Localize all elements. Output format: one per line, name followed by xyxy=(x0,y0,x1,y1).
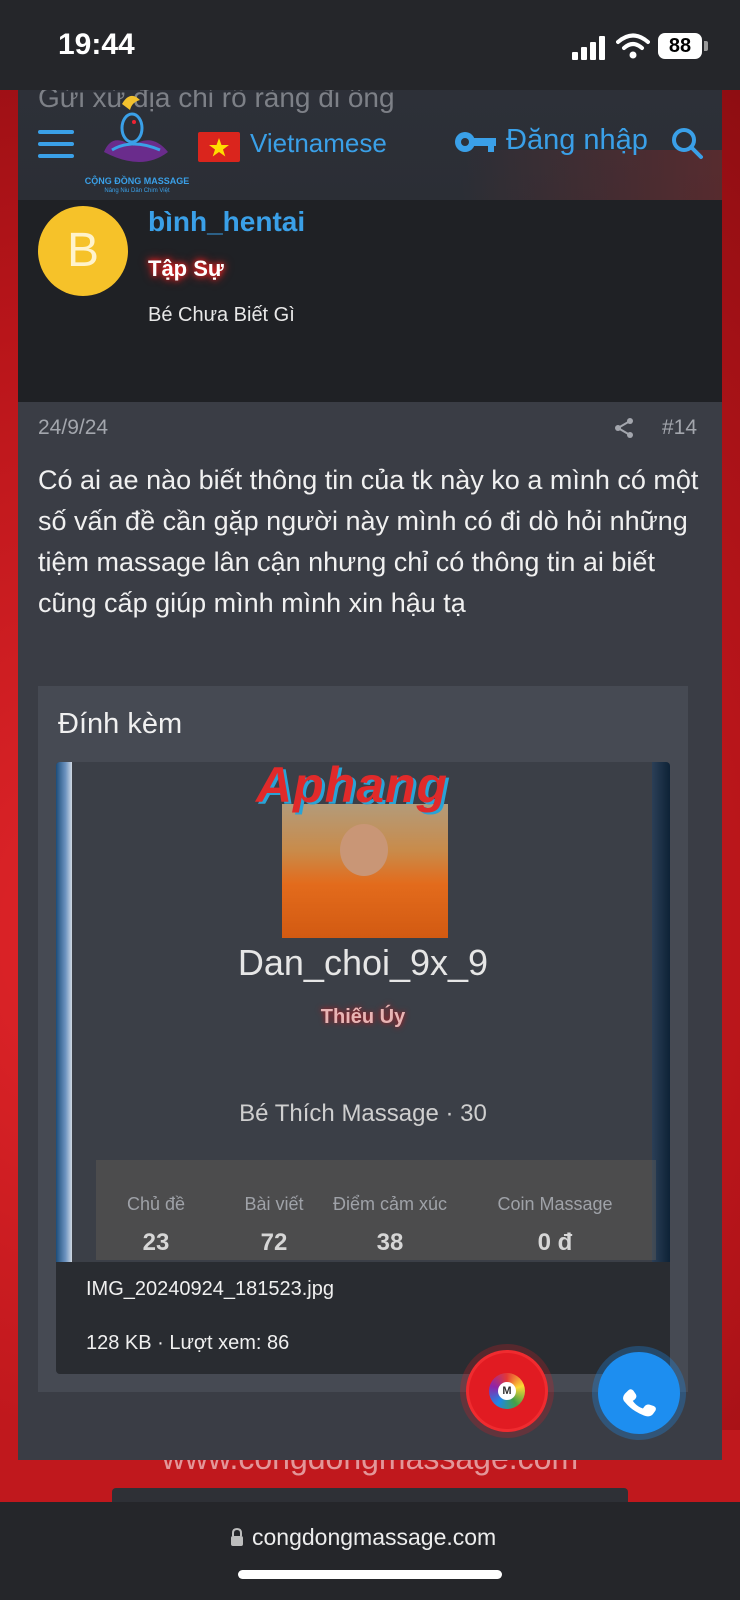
image-stat-value: 0 đ xyxy=(537,1229,573,1256)
image-stat: Điểm cảm xúc 38 xyxy=(310,1194,470,1257)
cellular-signal-icon xyxy=(572,36,606,60)
logo-slogan: Nâng Niu Dân Chim Việt xyxy=(104,188,170,194)
browser-address-bar: congdongmassage.com xyxy=(0,1502,740,1600)
post-number-link[interactable]: #14 xyxy=(662,416,697,440)
user-rank-badge: Tập Sự xyxy=(148,256,224,281)
status-bar: 19:44 88 xyxy=(0,0,740,90)
app-logo-icon: M xyxy=(489,1373,525,1409)
attachment-file-name[interactable]: IMG_20240924_181523.jpg xyxy=(86,1278,334,1301)
attachment-caption: IMG_20240924_181523.jpg 128 KB · Lượt xe… xyxy=(56,1262,670,1374)
username-link[interactable]: bình_hentai xyxy=(148,206,305,238)
attachments-heading: Đính kèm xyxy=(58,708,183,740)
image-profile-name: Dan_choi_9x_9 xyxy=(237,942,489,983)
battery-icon: 88 xyxy=(658,33,702,59)
logo-text: CỘNG ĐỒNG MASSAGE xyxy=(84,176,190,186)
phone-icon xyxy=(623,1389,656,1417)
messenger-floating-button[interactable]: M xyxy=(466,1350,548,1432)
watermark-logo: Aphang xyxy=(256,762,449,813)
login-link[interactable]: Đăng nhập xyxy=(506,124,648,157)
attachment-thumbnail[interactable]: Aphang Dan_choi_9x_9 Thiếu Úy Bé Thích M… xyxy=(56,762,670,1374)
call-floating-button[interactable] xyxy=(598,1352,680,1434)
image-stat: Coin Massage 0 đ xyxy=(470,1194,640,1257)
vietnam-flag-icon[interactable] xyxy=(198,132,240,162)
status-time: 19:44 xyxy=(58,28,135,61)
page-footer-edge xyxy=(112,1488,628,1502)
image-stat-label: Điểm cảm xúc xyxy=(332,1194,448,1214)
lock-icon xyxy=(231,1528,243,1546)
image-stat-value: 38 xyxy=(376,1229,404,1256)
post-user-block: B bình_hentai Tập Sự Bé Chưa Biết Gì xyxy=(18,200,722,402)
share-icon[interactable] xyxy=(612,416,636,440)
attachments-box: Đính kèm Aphang Dan_choi_9x_9 Thiếu Úy B… xyxy=(38,686,688,1392)
avatar[interactable]: B xyxy=(38,206,128,296)
wifi-icon xyxy=(616,33,650,59)
peacock-logo-icon xyxy=(104,95,168,162)
battery-tip xyxy=(704,41,708,51)
photo-person xyxy=(340,824,388,876)
site-header: Gửi xử địa chỉ rõ ràng đi ông CỘNG ĐỒNG … xyxy=(18,90,722,200)
image-profile-rank: Thiếu Úy xyxy=(320,1006,406,1028)
key-icon[interactable] xyxy=(454,128,498,156)
attachment-file-meta: 128 KB · Lượt xem: 86 xyxy=(86,1332,290,1354)
image-stat-label: Coin Massage xyxy=(497,1194,613,1214)
user-title: Bé Chưa Biết Gì xyxy=(148,304,295,326)
post-date[interactable]: 24/9/24 xyxy=(38,416,108,440)
profile-photo xyxy=(282,804,448,938)
post-body-text: Có ai ae nào biết thông tin của tk này k… xyxy=(38,465,699,618)
language-selector[interactable]: Vietnamese xyxy=(250,128,387,159)
browser-url[interactable]: congdongmassage.com xyxy=(252,1524,496,1551)
home-indicator[interactable] xyxy=(238,1570,502,1579)
site-logo[interactable]: CỘNG ĐỒNG MASSAGE Nâng Niu Dân Chim Việt xyxy=(82,90,192,198)
search-icon[interactable] xyxy=(670,126,704,160)
forum-post: B bình_hentai Tập Sự Bé Chưa Biết Gì 24/… xyxy=(18,200,722,1460)
hamburger-menu-icon[interactable] xyxy=(38,130,74,158)
image-profile-title: Bé Thích Massage · 30 xyxy=(239,1100,487,1127)
